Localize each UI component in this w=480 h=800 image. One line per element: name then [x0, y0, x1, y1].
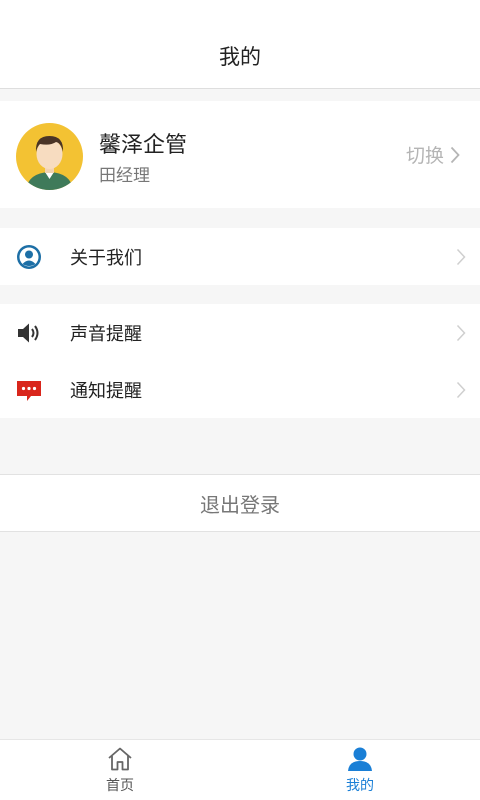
home-icon [108, 747, 132, 771]
chevron-right-icon [456, 381, 466, 399]
person-icon [348, 747, 372, 771]
bottom-tab-bar: 首页 我的 [0, 739, 480, 800]
profile-card[interactable]: 馨泽企管 田经理 切换 [0, 101, 480, 208]
speaker-icon [18, 323, 39, 343]
menu-label-notify: 通知提醒 [70, 381, 142, 402]
page-title: 我的 [219, 45, 261, 69]
profile-role: 田经理 [99, 166, 150, 186]
user-circle-icon [17, 245, 41, 269]
chevron-right-icon [456, 324, 466, 342]
menu-group-reminders: 声音提醒 通知提醒 [0, 304, 480, 418]
menu-label-about: 关于我们 [70, 248, 142, 269]
menu-group-about: 关于我们 [0, 228, 480, 285]
switch-label: 切换 [405, 145, 444, 167]
tab-label-mine: 我的 [346, 778, 374, 794]
menu-item-about[interactable]: 关于我们 [0, 228, 480, 285]
logout-button[interactable]: 退出登录 [0, 474, 480, 532]
tab-mine[interactable]: 我的 [240, 740, 480, 800]
page-header: 我的 [0, 0, 480, 89]
chevron-right-icon [450, 146, 460, 163]
profile-name: 馨泽企管 [99, 133, 188, 158]
menu-label-sound: 声音提醒 [70, 324, 142, 345]
chevron-right-icon [456, 248, 466, 266]
switch-account-button[interactable]: 切换 [406, 141, 460, 168]
tab-label-home: 首页 [106, 778, 134, 794]
message-icon [17, 381, 41, 401]
menu-item-notify[interactable]: 通知提醒 [0, 361, 480, 418]
menu-item-sound[interactable]: 声音提醒 [0, 304, 480, 361]
avatar [16, 123, 83, 190]
tab-home[interactable]: 首页 [0, 740, 240, 800]
